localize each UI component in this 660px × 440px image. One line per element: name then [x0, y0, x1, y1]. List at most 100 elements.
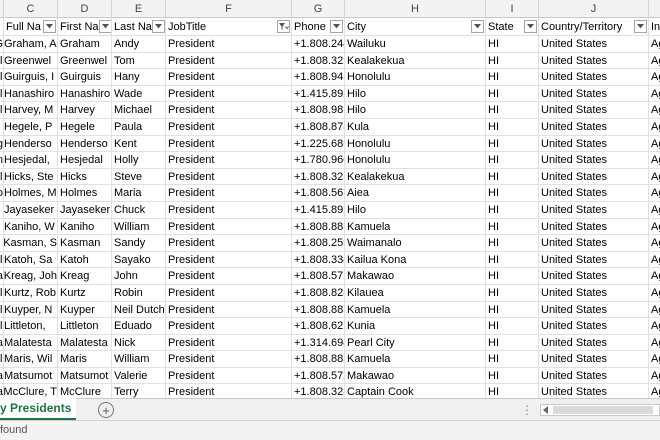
- table-cell[interactable]: Aiea: [345, 185, 486, 202]
- table-cell[interactable]: Malatesta: [4, 334, 58, 352]
- table-cell[interactable]: HI: [486, 118, 539, 136]
- table-cell[interactable]: Maris: [58, 351, 112, 368]
- filter-dropdown-icon[interactable]: [524, 20, 537, 33]
- table-cell[interactable]: President: [166, 235, 292, 252]
- table-cell[interactable]: Littleton: [58, 318, 112, 335]
- table-cell[interactable]: Valerie: [112, 367, 166, 385]
- table-cell[interactable]: Tom: [112, 52, 166, 70]
- table-cell[interactable]: United States: [539, 301, 649, 319]
- table-cell[interactable]: Kamuela: [345, 301, 486, 319]
- table-cell[interactable]: +1.808.323: [292, 168, 345, 186]
- table-cell[interactable]: Ag: [649, 102, 660, 119]
- table-cell[interactable]: President: [166, 367, 292, 385]
- column-letter[interactable]: E: [112, 0, 166, 18]
- table-cell[interactable]: Steve: [112, 168, 166, 186]
- table-cell[interactable]: +1.808.323: [292, 52, 345, 70]
- table-cell[interactable]: Kamuela: [345, 351, 486, 368]
- table-cell[interactable]: Ag: [649, 152, 660, 169]
- header-cell[interactable]: Phone: [292, 18, 345, 36]
- table-cell[interactable]: United States: [539, 251, 649, 269]
- table-cell[interactable]: President: [166, 201, 292, 219]
- table-cell[interactable]: Ag: [649, 318, 660, 335]
- table-cell[interactable]: Kuyper, N: [4, 301, 58, 319]
- add-sheet-button[interactable]: +: [98, 402, 114, 418]
- table-cell[interactable]: Maria: [112, 185, 166, 202]
- table-cell[interactable]: Captain Cook: [345, 384, 486, 398]
- table-cell[interactable]: HI: [486, 334, 539, 352]
- table-cell[interactable]: Ag: [649, 202, 660, 219]
- table-cell[interactable]: William: [112, 218, 166, 236]
- column-letter[interactable]: H: [345, 0, 486, 18]
- table-cell[interactable]: Hesjedal,: [4, 152, 58, 169]
- table-cell[interactable]: HI: [486, 36, 539, 53]
- table-cell[interactable]: Ag: [649, 169, 660, 186]
- table-cell[interactable]: Greenwel: [58, 52, 112, 70]
- table-cell[interactable]: Jayaseker: [58, 201, 112, 219]
- table-cell[interactable]: Greenwel: [4, 52, 58, 70]
- table-cell[interactable]: United States: [539, 218, 649, 236]
- table-cell[interactable]: Hegele, P: [4, 118, 58, 136]
- header-cell[interactable]: Country/Territory: [539, 18, 649, 36]
- table-cell[interactable]: Kreag: [58, 268, 112, 285]
- table-cell[interactable]: Kunia: [345, 318, 486, 335]
- table-cell[interactable]: Kuyper: [58, 301, 112, 319]
- table-cell[interactable]: HI: [486, 367, 539, 385]
- table-cell[interactable]: Sandy: [112, 235, 166, 252]
- table-cell[interactable]: +1.808.828: [292, 284, 345, 302]
- table-cell[interactable]: HI: [486, 135, 539, 153]
- column-letter[interactable]: G: [292, 0, 345, 18]
- table-cell[interactable]: Michael: [112, 102, 166, 119]
- table-cell[interactable]: +1.808.334: [292, 251, 345, 269]
- table-cell[interactable]: President: [166, 52, 292, 70]
- table-cell[interactable]: HI: [486, 384, 539, 398]
- header-cell[interactable]: State: [486, 18, 539, 36]
- table-cell[interactable]: Wade: [112, 85, 166, 103]
- table-cell[interactable]: United States: [539, 102, 649, 119]
- table-cell[interactable]: President: [166, 102, 292, 119]
- table-cell[interactable]: HI: [486, 85, 539, 103]
- table-cell[interactable]: President: [166, 334, 292, 352]
- filter-dropdown-icon[interactable]: [330, 20, 343, 33]
- table-cell[interactable]: President: [166, 135, 292, 153]
- table-cell[interactable]: President: [166, 69, 292, 86]
- table-cell[interactable]: Terry: [112, 384, 166, 398]
- filter-dropdown-icon[interactable]: [98, 20, 111, 33]
- table-cell[interactable]: Malatesta: [58, 334, 112, 352]
- table-cell[interactable]: Graham, A: [4, 36, 58, 53]
- table-cell[interactable]: +1.808.572: [292, 367, 345, 385]
- table-cell[interactable]: United States: [539, 318, 649, 335]
- table-cell[interactable]: Ag: [649, 136, 660, 153]
- table-cell[interactable]: President: [166, 118, 292, 136]
- filter-dropdown-icon[interactable]: [634, 20, 647, 33]
- table-cell[interactable]: Katoh, Sa: [4, 251, 58, 269]
- table-cell[interactable]: United States: [539, 69, 649, 86]
- column-letter[interactable]: F: [166, 0, 292, 18]
- table-cell[interactable]: +1.808.981: [292, 102, 345, 119]
- scrollbar-thumb[interactable]: [553, 406, 653, 414]
- table-cell[interactable]: United States: [539, 185, 649, 202]
- table-cell[interactable]: HI: [486, 301, 539, 319]
- table-cell[interactable]: HI: [486, 218, 539, 236]
- table-cell[interactable]: Ag: [649, 268, 660, 285]
- table-cell[interactable]: HI: [486, 318, 539, 335]
- table-cell[interactable]: Wailuku: [345, 36, 486, 53]
- column-letter[interactable]: I: [486, 0, 539, 18]
- table-cell[interactable]: Kurtz, Rob: [4, 284, 58, 302]
- column-letter[interactable]: [649, 0, 660, 18]
- sheet-tab-presidents[interactable]: y Presidents: [0, 398, 76, 420]
- table-cell[interactable]: +1.808.885: [292, 351, 345, 368]
- table-cell[interactable]: President: [166, 251, 292, 269]
- table-cell[interactable]: Honolulu: [345, 135, 486, 153]
- table-cell[interactable]: +1.415.892: [292, 201, 345, 219]
- table-cell[interactable]: President: [166, 152, 292, 169]
- table-cell[interactable]: United States: [539, 52, 649, 70]
- table-cell[interactable]: HI: [486, 69, 539, 86]
- table-cell[interactable]: President: [166, 384, 292, 398]
- table-cell[interactable]: HI: [486, 152, 539, 169]
- table-cell[interactable]: Ag: [649, 285, 660, 302]
- table-cell[interactable]: Ag: [649, 119, 660, 136]
- table-cell[interactable]: United States: [539, 235, 649, 252]
- table-cell[interactable]: Ag: [649, 185, 660, 202]
- table-cell[interactable]: President: [166, 168, 292, 186]
- table-cell[interactable]: +1.780.960: [292, 152, 345, 169]
